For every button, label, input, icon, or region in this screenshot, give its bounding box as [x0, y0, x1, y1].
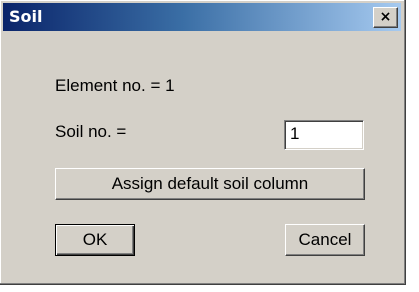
element-number-label: Element no. = 1 [55, 76, 175, 95]
assign-default-soil-column-button[interactable]: Assign default soil column [55, 168, 365, 200]
soil-dialog: Soil × Element no. = 1 Soil no. = 1 Assi… [0, 0, 406, 285]
title-bar[interactable]: Soil × [3, 3, 401, 31]
ok-button[interactable]: OK [55, 224, 135, 256]
dialog-title: Soil [9, 7, 43, 26]
soil-number-label: Soil no. = [55, 122, 127, 141]
soil-number-input[interactable]: 1 [284, 120, 364, 150]
close-button[interactable]: × [373, 7, 398, 28]
close-icon: × [379, 9, 392, 25]
cancel-button[interactable]: Cancel [285, 224, 365, 256]
